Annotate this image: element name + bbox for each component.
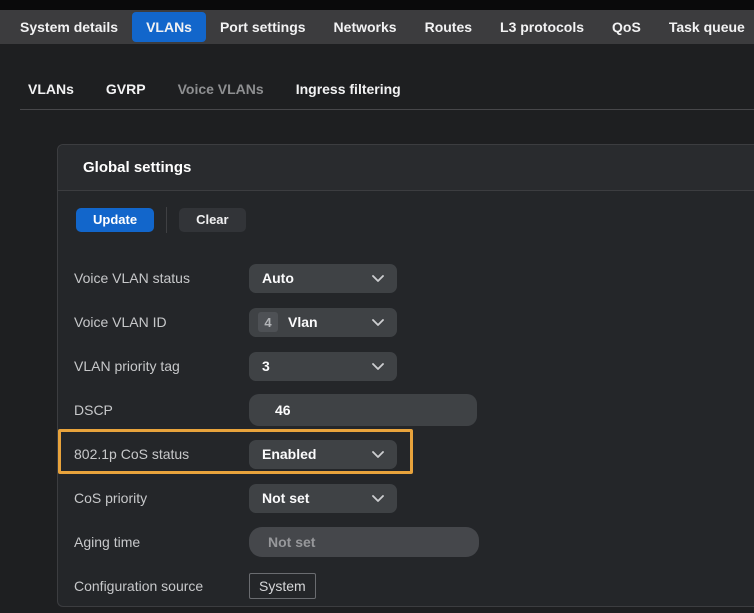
button-separator [166, 207, 167, 233]
chevron-down-icon [372, 451, 384, 458]
dscp-input[interactable] [249, 394, 477, 426]
field-label: 802.1p CoS status [74, 446, 249, 462]
subtab-gvrp[interactable]: GVRP [106, 81, 146, 97]
vlan-id-badge: 4 [258, 312, 278, 332]
field-label: Aging time [74, 534, 249, 550]
subnav-divider [20, 109, 754, 110]
panel-body: Update Clear Voice VLAN status Auto Voic… [58, 191, 754, 606]
configuration-source-value: System [249, 573, 316, 599]
field-label: Configuration source [74, 578, 249, 594]
chevron-down-icon [372, 363, 384, 370]
field-label: CoS priority [74, 490, 249, 506]
select-value: Vlan [288, 314, 372, 330]
tab-port-settings[interactable]: Port settings [220, 20, 306, 34]
form-row-voice-vlan-status: Voice VLAN status Auto [58, 256, 754, 300]
select-value: 3 [262, 358, 372, 374]
form-row-cos-priority: CoS priority Not set [58, 476, 754, 520]
tab-networks[interactable]: Networks [334, 20, 397, 34]
tab-task-queue[interactable]: Task queue [669, 20, 745, 34]
aging-time-input[interactable] [249, 527, 479, 557]
cos-priority-select[interactable]: Not set [249, 484, 397, 513]
tab-l3-protocols[interactable]: L3 protocols [500, 20, 584, 34]
subtab-voice-vlans[interactable]: Voice VLANs [178, 81, 264, 97]
8021p-cos-status-select[interactable]: Enabled [249, 440, 397, 469]
subtab-vlans[interactable]: VLANs [28, 81, 74, 97]
field-label: VLAN priority tag [74, 358, 249, 374]
voice-vlan-id-select[interactable]: 4 Vlan [249, 308, 397, 337]
settings-form: Voice VLAN status Auto Voice VLAN ID 4 V… [58, 256, 754, 608]
clear-button[interactable]: Clear [179, 208, 246, 232]
panel-header: Global settings [58, 145, 754, 191]
secondary-nav: VLANs GVRP Voice VLANs Ingress filtering [28, 81, 401, 97]
form-row-8021p-cos-status: 802.1p CoS status Enabled [58, 432, 754, 476]
window-top-strip [0, 0, 754, 10]
chevron-down-icon [372, 319, 384, 326]
update-button[interactable]: Update [76, 208, 154, 232]
global-settings-panel: Global settings Update Clear Voice VLAN … [57, 144, 754, 607]
form-row-voice-vlan-id: Voice VLAN ID 4 Vlan [58, 300, 754, 344]
form-row-aging-time: Aging time [58, 520, 754, 564]
field-label: Voice VLAN ID [74, 314, 249, 330]
field-label: DSCP [74, 402, 249, 418]
primary-nav: System details VLANs Port settings Netwo… [0, 10, 754, 44]
select-value: Enabled [262, 446, 372, 462]
select-value: Auto [262, 270, 372, 286]
tab-qos[interactable]: QoS [612, 20, 641, 34]
tab-vlans[interactable]: VLANs [132, 12, 206, 42]
field-label: Voice VLAN status [74, 270, 249, 286]
panel-title: Global settings [83, 159, 191, 176]
action-button-row: Update Clear [76, 207, 246, 233]
tab-routes[interactable]: Routes [425, 20, 472, 34]
voice-vlan-status-select[interactable]: Auto [249, 264, 397, 293]
form-row-configuration-source: Configuration source System [58, 564, 754, 608]
form-row-vlan-priority-tag: VLAN priority tag 3 [58, 344, 754, 388]
tab-system-details[interactable]: System details [20, 20, 118, 34]
chevron-down-icon [372, 275, 384, 282]
form-row-dscp: DSCP [58, 388, 754, 432]
chevron-down-icon [372, 495, 384, 502]
subtab-ingress-filtering[interactable]: Ingress filtering [296, 81, 401, 97]
vlan-priority-tag-select[interactable]: 3 [249, 352, 397, 381]
select-value: Not set [262, 490, 372, 506]
